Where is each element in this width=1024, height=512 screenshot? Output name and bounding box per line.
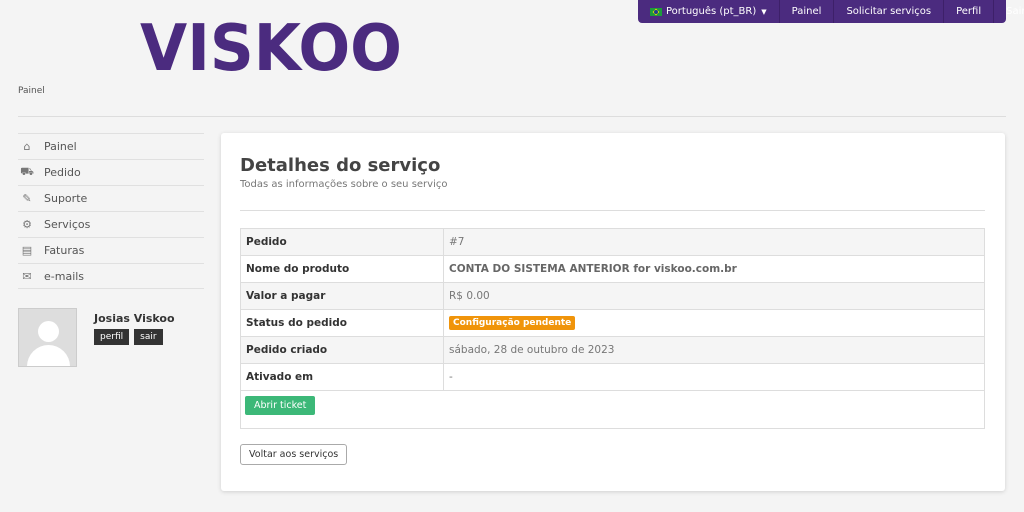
back-to-services-button[interactable]: Voltar aos serviços — [240, 444, 348, 465]
sidebar-item-label: Suporte — [44, 192, 88, 205]
table-row: Pedido #7 — [241, 229, 984, 256]
sidebar-item-pedido[interactable]: ⛟ Pedido — [18, 159, 204, 185]
sidebar-item-servicos[interactable]: ⚙ Serviços — [18, 211, 204, 237]
cart-icon: ⛟ — [20, 165, 34, 178]
sidebar: ⌂ Painel ⛟ Pedido ✎ Suporte ⚙ Serviços ▤… — [18, 133, 204, 289]
table-row: Valor a pagar R$ 0.00 — [241, 283, 984, 310]
table-row: Nome do produto CONTA DO SISTEMA ANTERIO… — [241, 256, 984, 283]
brazil-flag-icon — [650, 7, 662, 16]
breadcrumb-top[interactable]: Painel — [18, 86, 45, 96]
language-selector[interactable]: Português (pt_BR) ▼ — [638, 0, 780, 23]
language-label: Português (pt_BR) — [666, 6, 757, 17]
user-name: Josias Viskoo — [94, 312, 175, 325]
page-subtitle: Todas as informações sobre o seu serviço — [240, 179, 448, 190]
open-ticket-button[interactable]: Abrir ticket — [245, 396, 316, 415]
envelope-icon: ✉ — [22, 269, 32, 283]
nav-solicitar-servicos[interactable]: Solicitar serviços — [834, 0, 945, 23]
nav-sair[interactable]: Sair — [994, 0, 1024, 23]
file-icon: ▤ — [21, 244, 33, 257]
row-value: CONTA DO SISTEMA ANTERIOR for viskoo.com… — [449, 263, 737, 275]
gears-icon: ⚙ — [22, 218, 32, 231]
user-card: Josias Viskoo perfil sair — [18, 308, 175, 367]
row-value: R$ 0.00 — [449, 290, 490, 302]
home-icon: ⌂ — [23, 140, 31, 153]
profile-button[interactable]: perfil — [94, 329, 130, 345]
divider — [18, 116, 1006, 117]
row-key: Pedido criado — [241, 337, 444, 363]
actions-row: Abrir ticket — [241, 391, 984, 428]
sidebar-item-faturas[interactable]: ▤ Faturas — [18, 237, 204, 263]
logout-button[interactable]: sair — [134, 329, 163, 345]
status-badge: Configuração pendente — [449, 316, 576, 330]
wrench-icon: ✎ — [22, 192, 32, 205]
caret-down-icon: ▼ — [761, 7, 767, 16]
row-value: #7 — [449, 236, 465, 248]
row-value: - — [449, 371, 453, 383]
page-title: Detalhes do serviço — [240, 155, 441, 176]
divider — [240, 210, 985, 211]
table-row: Status do pedido Configuração pendente — [241, 310, 984, 337]
sidebar-item-emails[interactable]: ✉ e-mails — [18, 263, 204, 289]
row-key: Pedido — [241, 229, 444, 255]
row-value: sábado, 28 de outubro de 2023 — [449, 344, 615, 356]
sidebar-item-label: Faturas — [44, 244, 85, 257]
svg-text:VISKOO: VISKOO — [140, 18, 402, 78]
nav-perfil[interactable]: Perfil — [944, 0, 995, 23]
sidebar-item-label: Serviços — [44, 218, 91, 231]
sidebar-item-label: Painel — [44, 140, 77, 153]
sidebar-item-suporte[interactable]: ✎ Suporte — [18, 185, 204, 211]
top-navbar: Português (pt_BR) ▼ Painel Solicitar ser… — [638, 0, 1024, 23]
table-row: Pedido criado sábado, 28 de outubro de 2… — [241, 337, 984, 364]
row-key: Ativado em — [241, 364, 444, 390]
service-details-panel: Detalhes do serviço Todas as informações… — [221, 133, 1005, 491]
viskoo-logo[interactable]: VISKOO — [140, 18, 405, 78]
details-table: Pedido #7 Nome do produto CONTA DO SISTE… — [240, 228, 985, 429]
row-key: Nome do produto — [241, 256, 444, 282]
row-key: Status do pedido — [241, 310, 444, 336]
sidebar-item-painel[interactable]: ⌂ Painel — [18, 133, 204, 159]
table-row: Ativado em - — [241, 364, 984, 391]
sidebar-item-label: Pedido — [44, 166, 81, 179]
row-key: Valor a pagar — [241, 283, 444, 309]
nav-painel[interactable]: Painel — [780, 0, 835, 23]
avatar — [18, 308, 77, 367]
sidebar-item-label: e-mails — [44, 269, 85, 283]
